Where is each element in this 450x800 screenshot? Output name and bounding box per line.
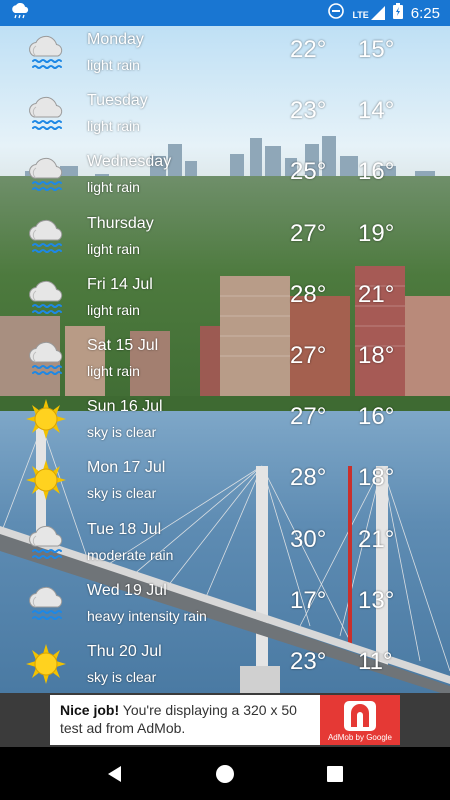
forecast-day: Sun 16 Jul — [87, 398, 163, 416]
forecast-description: light rain — [87, 362, 140, 379]
forecast-description: sky is clear — [87, 424, 157, 441]
forecast-low-temp: 13° — [358, 586, 395, 614]
forecast-description: light rain — [87, 179, 140, 196]
sun-icon — [25, 458, 67, 502]
status-bar: LTE 6:25 — [0, 0, 450, 26]
forecast-high-temp: 28° — [290, 280, 327, 308]
battery-icon — [392, 3, 403, 23]
forecast-description: light rain — [87, 240, 140, 257]
rain-cloud-icon — [25, 581, 67, 625]
forecast-day: Thursday — [87, 214, 154, 232]
forecast-day: Mon 17 Jul — [87, 459, 166, 477]
forecast-row[interactable]: Wed 19 Jul heavy intensity rain 17° 13° — [0, 579, 450, 640]
forecast-description: moderate rain — [87, 546, 174, 563]
forecast-low-temp: 14° — [358, 97, 395, 125]
forecast-low-temp: 11° — [358, 647, 393, 675]
forecast-row[interactable]: Mon 17 Jul sky is clear 28° 18° — [0, 456, 450, 517]
forecast-row[interactable]: Tue 18 Jul moderate rain 30° 21° — [0, 518, 450, 579]
forecast-low-temp: 19° — [358, 219, 395, 247]
forecast-low-temp: 16° — [358, 403, 395, 431]
ad-text: Nice job! You're displaying a 320 x 50 t… — [50, 695, 320, 745]
forecast-low-temp: 18° — [358, 464, 395, 492]
home-button[interactable] — [205, 754, 245, 794]
forecast-high-temp: 27° — [290, 219, 327, 247]
admob-logo: AdMob by Google — [320, 695, 400, 745]
forecast-low-temp: 18° — [358, 341, 395, 369]
forecast-day: Monday — [87, 31, 144, 48]
forecast-row[interactable]: Wednesday light rain 25° 16° — [0, 150, 450, 211]
sun-icon — [25, 397, 67, 441]
forecast-low-temp: 16° — [358, 158, 395, 186]
forecast-day: Thu 20 Jul — [87, 642, 162, 660]
system-navigation-bar — [0, 747, 450, 800]
forecast-day: Wed 19 Jul — [87, 581, 167, 599]
forecast-day: Tue 18 Jul — [87, 520, 162, 538]
ad-banner-area: Nice job! You're displaying a 320 x 50 t… — [0, 693, 450, 747]
forecast-high-temp: 25° — [290, 158, 327, 186]
forecast-low-temp: 21° — [358, 280, 395, 308]
recents-square-icon — [327, 765, 343, 782]
forecast-day: Tuesday — [87, 92, 148, 110]
forecast-high-temp: 30° — [290, 525, 327, 553]
forecast-high-temp: 17° — [290, 586, 327, 614]
forecast-high-temp: 23° — [290, 647, 327, 675]
forecast-row[interactable]: Thursday light rain 27° 19° — [0, 212, 450, 273]
ad-headline: Nice job! — [60, 702, 120, 718]
forecast-list: Monday light rain 22° 15° Tuesday light … — [0, 28, 450, 701]
rain-cloud-icon — [25, 275, 67, 319]
forecast-row[interactable]: Thu 20 Jul sky is clear 23° 11° — [0, 640, 450, 701]
lte-signal-icon: LTE — [352, 6, 385, 20]
rain-cloud-icon — [25, 30, 67, 74]
forecast-row[interactable]: Monday light rain 22° 15° — [0, 28, 450, 89]
clock: 6:25 — [410, 4, 440, 22]
forecast-description: light rain — [87, 301, 140, 318]
forecast-high-temp: 27° — [290, 341, 327, 369]
forecast-description: sky is clear — [87, 668, 157, 685]
home-circle-icon — [216, 764, 234, 783]
weather-notification-icon — [10, 2, 30, 24]
forecast-high-temp: 28° — [290, 464, 327, 492]
forecast-row[interactable]: Tuesday light rain 23° 14° — [0, 89, 450, 150]
forecast-high-temp: 22° — [290, 36, 327, 63]
forecast-low-temp: 15° — [358, 36, 395, 63]
forecast-low-temp: 21° — [358, 525, 395, 553]
recents-button[interactable] — [315, 754, 355, 794]
admob-caption: AdMob by Google — [327, 733, 393, 742]
rain-cloud-icon — [25, 152, 67, 196]
forecast-day: Fri 14 Jul — [87, 275, 153, 293]
back-triangle-icon — [108, 765, 121, 782]
do-not-disturb-icon — [328, 3, 345, 23]
forecast-day: Wednesday — [87, 153, 172, 171]
back-button[interactable] — [95, 754, 135, 794]
sun-icon — [25, 642, 67, 686]
forecast-description: sky is clear — [87, 485, 157, 502]
forecast-row[interactable]: Sun 16 Jul sky is clear 27° 16° — [0, 395, 450, 456]
forecast-description: heavy intensity rain — [87, 607, 207, 624]
rain-cloud-icon — [25, 214, 67, 258]
rain-cloud-icon — [25, 520, 67, 564]
forecast-row[interactable]: Sat 15 Jul light rain 27° 18° — [0, 334, 450, 395]
forecast-high-temp: 27° — [290, 403, 327, 431]
forecast-description: light rain — [87, 57, 140, 73]
rain-cloud-icon — [25, 336, 67, 380]
forecast-day: Sat 15 Jul — [87, 336, 159, 354]
rain-cloud-icon — [25, 91, 67, 135]
forecast-row[interactable]: Fri 14 Jul light rain 28° 21° — [0, 273, 450, 334]
forecast-description: light rain — [87, 118, 140, 135]
admob-test-ad[interactable]: Nice job! You're displaying a 320 x 50 t… — [50, 695, 400, 745]
forecast-high-temp: 23° — [290, 97, 327, 125]
network-type-label: LTE — [352, 10, 369, 20]
